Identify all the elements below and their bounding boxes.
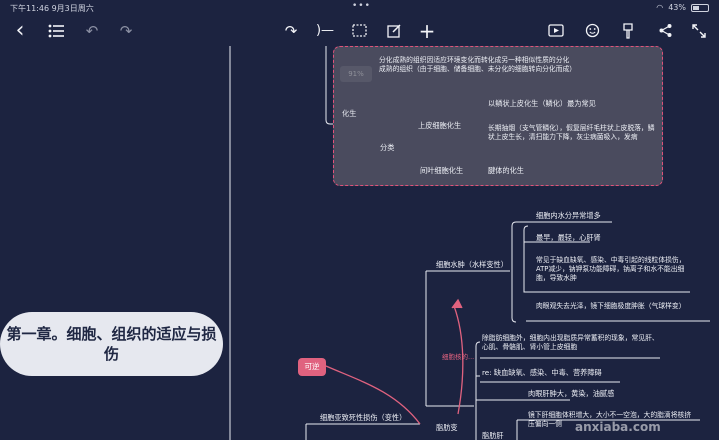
battery-percent: 43%: [668, 3, 686, 12]
reversible-relation-badge[interactable]: 可逆: [298, 358, 326, 376]
fatty-change-node[interactable]: 脂肪变: [436, 423, 458, 433]
mesenchymal-metaplasia-node[interactable]: 间叶细胞化生: [420, 166, 463, 176]
summary-bracket-icon[interactable]: )—: [315, 20, 335, 42]
squamous-metaplasia-node[interactable]: 以鳞状上皮化生（鳞化）最为常见: [488, 99, 596, 109]
battery-icon: [691, 3, 709, 12]
share-icon[interactable]: [655, 20, 675, 42]
classification-node[interactable]: 分类: [380, 143, 394, 153]
status-right: ◠ 43%: [656, 3, 709, 12]
smoking-metaplasia-node[interactable]: 长期抽烟（支气管鳞化），假复层纤毛柱状上皮脱落，鳞状上皮生长，清扫能力下降，灰尘…: [488, 124, 656, 142]
presentation-play-icon[interactable]: [546, 20, 566, 42]
relation-label[interactable]: 细胞核的...: [442, 352, 474, 362]
fatty-causes-node[interactable]: re: 缺血缺氧、感染、中毒、营养障碍: [482, 368, 602, 378]
watermark: anxiaba.com: [575, 420, 661, 434]
metaplasia-desc-node[interactable]: 分化成熟的组织因适应环境变化而转化成另一种相似性质的分化成熟的组织（由于细胞、储…: [379, 56, 576, 74]
root-node[interactable]: 第一章。细胞、组织的适应与损伤: [0, 312, 223, 376]
fatty-liver-node[interactable]: 脂肪肝: [482, 431, 504, 440]
wifi-icon: ◠: [656, 3, 664, 12]
osseous-metaplasia-node[interactable]: 腱体的化生: [488, 166, 524, 176]
fatty-desc-node[interactable]: 除脂肪细胞外，细胞内出现脂质异常蓄积的现象，常见肝、心肌、骨骼肌、肾小管上皮细胞: [482, 334, 660, 352]
emoji-icon[interactable]: [582, 20, 602, 42]
relation-link-icon[interactable]: ↷: [281, 20, 301, 42]
epithelial-metaplasia-node[interactable]: 上皮细胞化生: [418, 121, 461, 131]
note-edit-icon[interactable]: [384, 20, 404, 42]
fullscreen-icon[interactable]: [689, 20, 709, 42]
water-increase-node[interactable]: 细胞内水分异常增多: [536, 211, 601, 221]
status-time: 下午11:46 9月3日周六: [10, 4, 94, 13]
metaplasia-node[interactable]: 化生: [342, 109, 356, 119]
selection-percent-badge: 91%: [340, 66, 372, 82]
fatty-gross-node[interactable]: 肉眼肝肿大，黄染，油腻感: [528, 389, 614, 399]
frame-icon[interactable]: [349, 20, 369, 42]
outline-list-icon[interactable]: [46, 20, 66, 42]
common-sites-node[interactable]: 最早，最轻，心肝肾: [536, 233, 601, 243]
hydropic-causes-node[interactable]: 常见于缺血缺氧、感染、中毒引起的线粒体损伤，ATP减少，钠钾泵功能障碍，钠离子和…: [536, 256, 696, 283]
format-brush-icon[interactable]: [618, 20, 638, 42]
hydropic-degeneration-node[interactable]: 细胞水肿（水样变性）: [436, 260, 508, 270]
more-dots-icon[interactable]: •••: [352, 1, 371, 11]
mindmap-canvas[interactable]: 91% 分化成熟的组织因适应环境变化而转化成另一种相似性质的分化成熟的组织（由于…: [0, 46, 719, 440]
hydropic-gross-node[interactable]: 肉眼观失去光泽，镜下细胞极度肿胀（气球样变）: [536, 302, 708, 311]
toolbar: ‹ ↶ ↷ ↷ )— +: [0, 16, 719, 46]
add-icon[interactable]: +: [417, 20, 437, 42]
status-bar: 下午11:46 9月3日周六 ••• ◠ 43%: [0, 0, 719, 16]
chevron-left-icon[interactable]: ‹: [10, 20, 30, 42]
undo-icon[interactable]: ↶: [82, 20, 102, 42]
redo-icon[interactable]: ↷: [116, 20, 136, 42]
sublethal-injury-node[interactable]: 细胞亚致死性损伤（变性）: [320, 413, 406, 423]
